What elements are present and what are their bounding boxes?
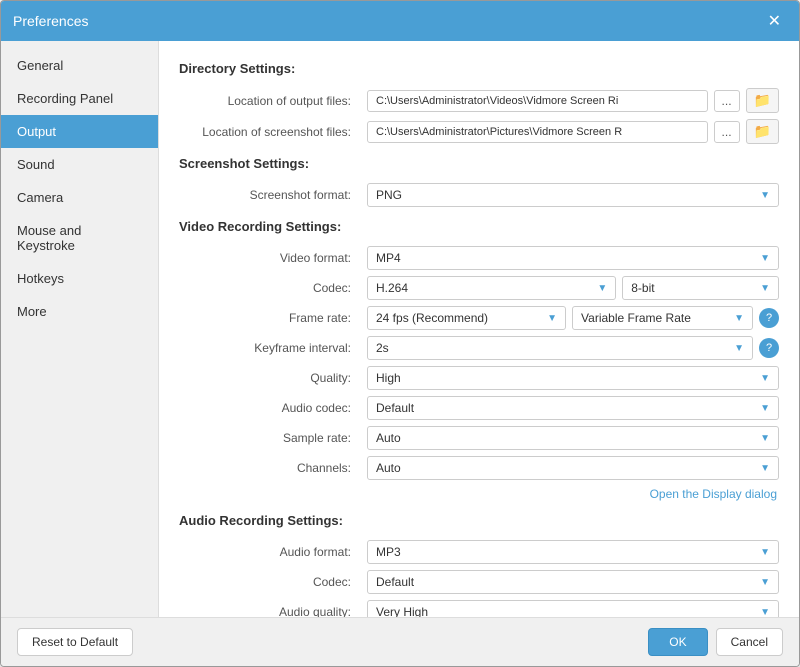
quality-label: Quality: [179,371,359,385]
directory-settings-title: Directory Settings: [179,61,779,76]
bit-depth-dropdown[interactable]: 8-bit ▼ [622,276,779,300]
output-files-path[interactable]: C:\Users\Administrator\Videos\Vidmore Sc… [367,90,708,112]
folder-icon: 📁 [754,92,771,108]
screenshot-files-dots-button[interactable]: ... [714,121,740,143]
video-channels-chevron: ▼ [760,463,770,474]
video-sample-rate-label: Sample rate: [179,431,359,445]
sidebar-item-output[interactable]: Output [1,115,158,148]
output-files-folder-button[interactable]: 📁 [746,88,779,113]
frame-rate-mode-chevron: ▼ [734,313,744,324]
frame-rate-mode-dropdown[interactable]: Variable Frame Rate ▼ [572,306,753,330]
screenshot-settings-title: Screenshot Settings: [179,156,779,171]
title-bar: Preferences ✕ [1,1,799,41]
sidebar-item-general[interactable]: General [1,49,158,82]
screenshot-format-value: PNG ▼ [367,183,779,207]
screenshot-format-dropdown[interactable]: PNG ▼ [367,183,779,207]
reset-to-default-button[interactable]: Reset to Default [17,628,133,656]
footer: Reset to Default OK Cancel [1,617,799,666]
frame-rate-chevron: ▼ [547,313,557,324]
output-files-label: Location of output files: [179,94,359,108]
codec-label: Codec: [179,281,359,295]
audio-quality-chevron: ▼ [760,607,770,618]
screenshot-files-label: Location of screenshot files: [179,125,359,139]
audio-quality-dropdown[interactable]: Very High ▼ [367,600,779,617]
video-sample-rate-dropdown[interactable]: Auto ▼ [367,426,779,450]
display-dialog-link[interactable]: Open the Display dialog [650,487,777,501]
footer-buttons: OK Cancel [648,628,783,656]
cancel-button[interactable]: Cancel [716,628,783,656]
video-format-label: Video format: [179,251,359,265]
video-channels-dropdown[interactable]: Auto ▼ [367,456,779,480]
frame-rate-help-button[interactable]: ? [759,308,779,328]
audio-codec-chevron-2: ▼ [760,577,770,588]
audio-codec-label-2: Codec: [179,575,359,589]
audio-codec-dropdown-2[interactable]: Default ▼ [367,570,779,594]
audio-codec-value-2: Default ▼ [367,570,779,594]
frame-rate-value: 24 fps (Recommend) ▼ Variable Frame Rate… [367,306,779,330]
audio-codec-label: Audio codec: [179,401,359,415]
screenshot-format-label: Screenshot format: [179,188,359,202]
keyframe-label: Keyframe interval: [179,341,359,355]
sidebar-item-more[interactable]: More [1,295,158,328]
bit-depth-chevron: ▼ [760,283,770,294]
sidebar: General Recording Panel Output Sound Cam… [1,41,159,617]
audio-format-label: Audio format: [179,545,359,559]
keyframe-chevron: ▼ [734,343,744,354]
video-format-chevron: ▼ [760,253,770,264]
audio-format-chevron: ▼ [760,547,770,558]
frame-rate-dropdown[interactable]: 24 fps (Recommend) ▼ [367,306,566,330]
screenshot-format-chevron: ▼ [760,190,770,201]
audio-codec-value: Default ▼ [367,396,779,420]
audio-quality-label: Audio quality: [179,605,359,617]
video-sample-rate-chevron: ▼ [760,433,770,444]
audio-quality-value: Very High ▼ [367,600,779,617]
audio-codec-dropdown[interactable]: Default ▼ [367,396,779,420]
video-format-value: MP4 ▼ [367,246,779,270]
screenshot-files-path[interactable]: C:\Users\Administrator\Pictures\Vidmore … [367,121,708,143]
sidebar-item-recording-panel[interactable]: Recording Panel [1,82,158,115]
video-format-dropdown[interactable]: MP4 ▼ [367,246,779,270]
quality-chevron: ▼ [760,373,770,384]
folder-icon-2: 📁 [754,123,771,139]
codec-chevron: ▼ [597,283,607,294]
codec-value: H.264 ▼ 8-bit ▼ [367,276,779,300]
screenshot-files-value: C:\Users\Administrator\Pictures\Vidmore … [367,119,779,144]
output-files-dots-button[interactable]: ... [714,90,740,112]
video-settings-grid: Video format: MP4 ▼ Codec: H.264 ▼ [179,246,779,501]
video-channels-value: Auto ▼ [367,456,779,480]
sidebar-item-hotkeys[interactable]: Hotkeys [1,262,158,295]
sidebar-item-mouse-keystroke[interactable]: Mouse and Keystroke [1,214,158,262]
keyframe-dropdown[interactable]: 2s ▼ [367,336,753,360]
keyframe-help-button[interactable]: ? [759,338,779,358]
video-settings-title: Video Recording Settings: [179,219,779,234]
audio-format-dropdown[interactable]: MP3 ▼ [367,540,779,564]
main-content: Directory Settings: Location of output f… [159,41,799,617]
ok-button[interactable]: OK [648,628,707,656]
directory-settings-grid: Location of output files: C:\Users\Admin… [179,88,779,144]
audio-settings-grid: Audio format: MP3 ▼ Codec: Default ▼ [179,540,779,617]
screenshot-files-folder-button[interactable]: 📁 [746,119,779,144]
screenshot-settings-grid: Screenshot format: PNG ▼ [179,183,779,207]
close-button[interactable]: ✕ [762,9,787,33]
keyframe-value: 2s ▼ ? [367,336,779,360]
video-sample-rate-value: Auto ▼ [367,426,779,450]
content-area: General Recording Panel Output Sound Cam… [1,41,799,617]
quality-dropdown[interactable]: High ▼ [367,366,779,390]
frame-rate-label: Frame rate: [179,311,359,325]
codec-dropdown[interactable]: H.264 ▼ [367,276,616,300]
audio-codec-chevron: ▼ [760,403,770,414]
video-channels-label: Channels: [179,461,359,475]
display-dialog-row: Open the Display dialog [179,486,779,501]
sidebar-item-camera[interactable]: Camera [1,181,158,214]
quality-value: High ▼ [367,366,779,390]
sidebar-item-sound[interactable]: Sound [1,148,158,181]
audio-settings-title: Audio Recording Settings: [179,513,779,528]
output-files-value: C:\Users\Administrator\Videos\Vidmore Sc… [367,88,779,113]
audio-format-value: MP3 ▼ [367,540,779,564]
dialog-title: Preferences [13,13,88,29]
